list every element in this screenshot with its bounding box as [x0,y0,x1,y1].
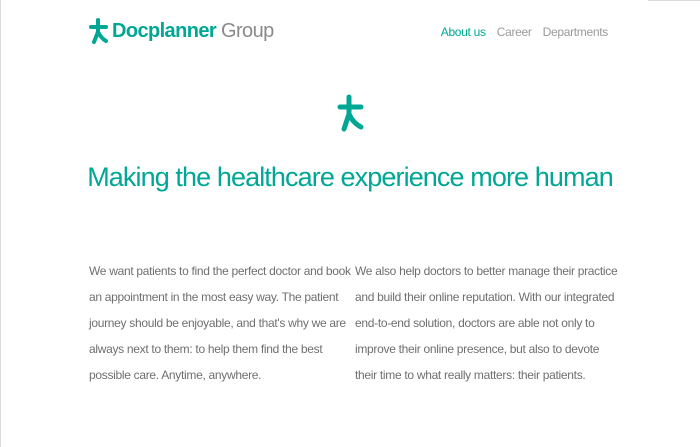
brand-logo-link[interactable]: Docplanner Group [89,15,274,47]
page-frame-left-border [0,0,1,447]
page: Docplanner Group About us Career Departm… [0,0,700,447]
brand-suffix: Group [221,19,274,42]
docplanner-star-icon [89,17,109,45]
nav-item-about-us[interactable]: About us [441,25,486,39]
header: Docplanner Group About us Career Departm… [0,0,700,60]
nav-item-departments[interactable]: Departments [543,25,609,39]
main-nav: About us Career Departments [441,25,609,39]
doctors-paragraph: We also help doctors to better manage th… [355,264,618,382]
brand-name: Docplanner [112,19,217,42]
docplanner-star-icon [337,93,365,133]
page-headline: Making the healthcare experience more hu… [87,162,614,192]
nav-item-career[interactable]: Career [497,25,532,39]
patients-paragraph: We want patients to find the perfect doc… [89,264,351,382]
